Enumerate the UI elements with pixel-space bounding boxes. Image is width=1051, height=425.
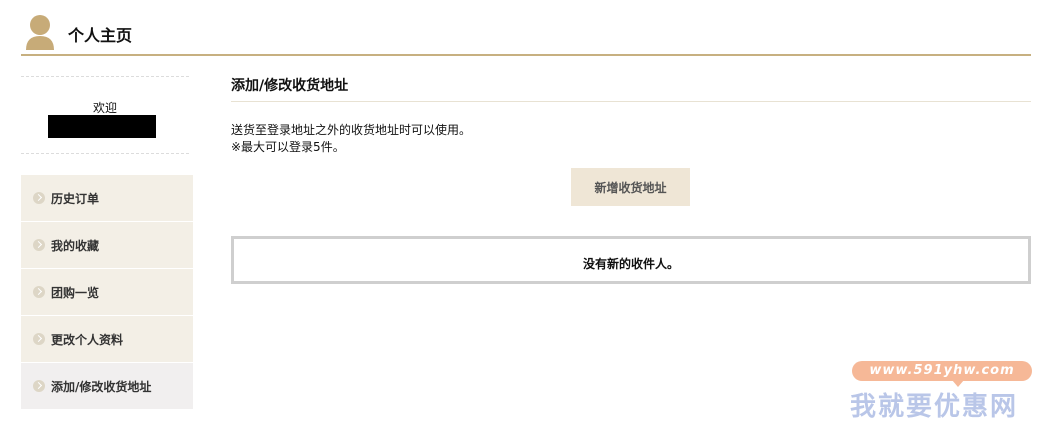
section-title: 添加/修改收货地址	[231, 78, 349, 94]
add-address-button[interactable]: 新增收货地址	[571, 168, 690, 206]
redacted-username	[48, 115, 156, 138]
watermark-url: www.591yhw.com	[869, 363, 1015, 378]
user-avatar-icon	[26, 15, 54, 50]
chevron-right-icon	[33, 192, 45, 204]
sidebar-menu: 历史订单 我的收藏 团购一览 更改个人资料 添加/修改收货地址	[21, 175, 193, 410]
sidebar-item-edit-profile[interactable]: 更改个人资料	[21, 316, 193, 363]
welcome-box: 欢迎	[21, 76, 189, 154]
sidebar-item-label: 更改个人资料	[51, 333, 124, 347]
sidebar-item-order-history[interactable]: 历史订单	[21, 175, 193, 222]
description-note: ※最大可以登录5件。	[231, 140, 345, 154]
sidebar-item-label: 团购一览	[51, 286, 100, 300]
sidebar-item-shipping-address[interactable]: 添加/修改收货地址	[21, 363, 193, 410]
section-divider	[231, 101, 1031, 102]
welcome-label: 欢迎	[92, 101, 117, 115]
chevron-right-icon	[33, 239, 45, 251]
page-header: 个人主页	[21, 12, 1031, 56]
watermark-url-badge: www.591yhw.com	[852, 361, 1032, 381]
sidebar-item-label: 添加/修改收货地址	[51, 380, 152, 394]
chevron-right-icon	[33, 380, 45, 392]
chevron-right-icon	[33, 333, 45, 345]
sidebar-item-group-buy[interactable]: 团购一览	[21, 269, 193, 316]
page-title: 个人主页	[68, 26, 133, 45]
watermark-logo: 我就要优惠网	[850, 392, 1019, 422]
empty-message: 没有新的收件人。	[582, 257, 679, 271]
description-line: 送货至登录地址之外的收货地址时可以使用。	[231, 123, 472, 137]
sidebar-item-label: 我的收藏	[51, 239, 100, 253]
recipient-list-empty: 没有新的收件人。	[231, 236, 1031, 284]
chevron-right-icon	[33, 286, 45, 298]
sidebar-item-favorites[interactable]: 我的收藏	[21, 222, 193, 269]
sidebar-item-label: 历史订单	[51, 192, 100, 206]
